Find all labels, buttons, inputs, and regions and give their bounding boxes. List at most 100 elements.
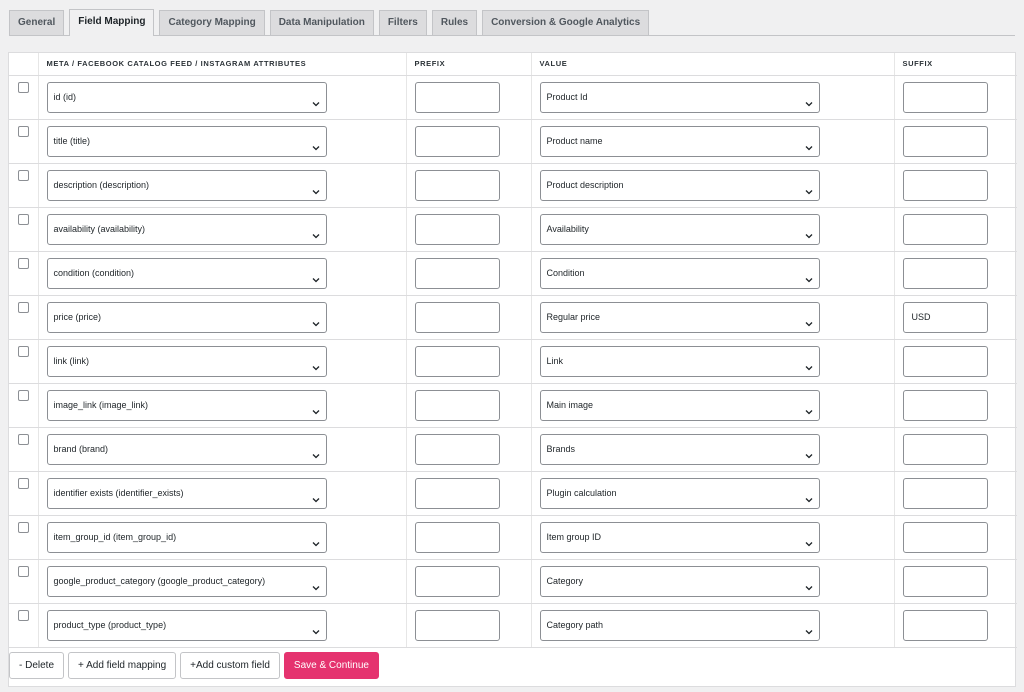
prefix-cell: [406, 295, 532, 340]
value-select[interactable]: Item group ID: [539, 521, 820, 553]
value-select[interactable]: Availability: [539, 213, 820, 245]
suffix-input[interactable]: [902, 477, 988, 509]
chevron-down-icon: [311, 312, 321, 326]
attribute-select[interactable]: google_product_category (google_product_…: [46, 565, 327, 597]
suffix-input[interactable]: USD: [902, 301, 988, 333]
value-select-value: Plugin calculation: [546, 487, 617, 498]
suffix-input[interactable]: [902, 81, 988, 113]
chevron-down-icon: [311, 136, 321, 150]
prefix-cell: [406, 427, 532, 472]
prefix-input[interactable]: [414, 565, 500, 597]
delete-button[interactable]: - Delete: [9, 652, 65, 679]
row-checkbox[interactable]: [17, 257, 29, 269]
tab-data-manipulation[interactable]: Data Manipulation: [269, 10, 374, 35]
row-checkbox[interactable]: [17, 521, 29, 533]
prefix-input[interactable]: [414, 257, 500, 289]
value-select[interactable]: Link: [539, 345, 820, 377]
row-checkbox[interactable]: [17, 609, 29, 621]
value-select[interactable]: Product Id: [539, 81, 820, 113]
suffix-input[interactable]: [902, 433, 988, 465]
prefix-cell: [406, 207, 532, 252]
value-select[interactable]: Plugin calculation: [539, 477, 820, 509]
attribute-cell: brand (brand): [38, 427, 407, 472]
prefix-input[interactable]: [414, 609, 500, 641]
attribute-select[interactable]: brand (brand): [46, 433, 327, 465]
chevron-down-icon: [804, 620, 814, 634]
prefix-cell: [406, 163, 532, 208]
attribute-select[interactable]: id (id): [46, 81, 327, 113]
attribute-select[interactable]: title (title): [46, 125, 327, 157]
row-checkbox[interactable]: [17, 169, 29, 181]
suffix-input[interactable]: [902, 565, 988, 597]
row-checkbox[interactable]: [17, 81, 29, 93]
suffix-input[interactable]: [902, 389, 988, 421]
chevron-down-icon: [804, 312, 814, 326]
value-select[interactable]: Brands: [539, 433, 820, 465]
row-checkbox[interactable]: [17, 433, 29, 445]
table-row: id (id) Product Id: [9, 75, 1017, 120]
suffix-input[interactable]: [902, 125, 988, 157]
suffix-input[interactable]: [902, 345, 988, 377]
row-checkbox[interactable]: [17, 345, 29, 357]
row-checkbox[interactable]: [17, 213, 29, 225]
tab-general[interactable]: General: [9, 10, 65, 35]
add-custom-field-button[interactable]: +Add custom field: [180, 652, 280, 679]
suffix-input[interactable]: [902, 213, 988, 245]
attribute-select[interactable]: item_group_id (item_group_id): [46, 521, 327, 553]
tab-filters[interactable]: Filters: [378, 10, 427, 35]
attribute-select[interactable]: description (description): [46, 169, 327, 201]
suffix-input[interactable]: [902, 257, 988, 289]
attribute-select[interactable]: image_link (image_link): [46, 389, 327, 421]
value-cell: Category: [531, 559, 895, 604]
value-select[interactable]: Condition: [539, 257, 820, 289]
suffix-input[interactable]: [902, 521, 988, 553]
prefix-input[interactable]: [414, 81, 500, 113]
attribute-select[interactable]: price (price): [46, 301, 327, 333]
value-select[interactable]: Product name: [539, 125, 820, 157]
prefix-input[interactable]: [414, 477, 500, 509]
prefix-input[interactable]: [414, 521, 500, 553]
suffix-cell: [894, 339, 1017, 384]
chevron-down-icon: [311, 532, 321, 546]
value-select[interactable]: Category path: [539, 609, 820, 641]
save-continue-button[interactable]: Save & Continue: [283, 652, 379, 679]
value-select[interactable]: Product description: [539, 169, 820, 201]
suffix-cell: [894, 427, 1017, 472]
attribute-select[interactable]: identifier exists (identifier_exists): [46, 477, 327, 509]
row-select-cell: [9, 559, 39, 604]
attribute-select[interactable]: availability (availability): [46, 213, 327, 245]
attribute-cell: identifier exists (identifier_exists): [38, 471, 407, 516]
value-select[interactable]: Regular price: [539, 301, 820, 333]
attribute-select[interactable]: product_type (product_type): [46, 609, 327, 641]
prefix-input[interactable]: [414, 125, 500, 157]
tab-conversion-google-analytics[interactable]: Conversion & Google Analytics: [482, 10, 650, 35]
prefix-input[interactable]: [414, 389, 500, 421]
attribute-select-value: google_product_category (google_product_…: [53, 575, 266, 586]
tab-rules[interactable]: Rules: [431, 10, 478, 35]
value-cell: Item group ID: [531, 515, 895, 560]
row-checkbox[interactable]: [17, 565, 29, 577]
tab-field-mapping[interactable]: Field Mapping: [69, 9, 155, 36]
suffix-input[interactable]: [902, 169, 988, 201]
table-row: availability (availability) Availability: [9, 207, 1017, 252]
row-checkbox[interactable]: [17, 477, 29, 489]
prefix-input[interactable]: [414, 169, 500, 201]
suffix-input[interactable]: [902, 609, 988, 641]
value-select[interactable]: Main image: [539, 389, 820, 421]
attribute-select[interactable]: condition (condition): [46, 257, 327, 289]
value-select[interactable]: Category: [539, 565, 820, 597]
attribute-select[interactable]: link (link): [46, 345, 327, 377]
value-select-value: Link: [546, 355, 564, 366]
add-field-mapping-button[interactable]: + Add field mapping: [68, 652, 177, 679]
prefix-input[interactable]: [414, 433, 500, 465]
chevron-down-icon: [311, 92, 321, 106]
row-checkbox[interactable]: [17, 301, 29, 313]
tab-category-mapping[interactable]: Category Mapping: [159, 10, 265, 35]
value-column-header: VALUE: [531, 53, 895, 76]
attribute-select-value: description (description): [53, 179, 150, 190]
row-checkbox[interactable]: [17, 389, 29, 401]
row-checkbox[interactable]: [17, 125, 29, 137]
prefix-input[interactable]: [414, 301, 500, 333]
prefix-input[interactable]: [414, 213, 500, 245]
prefix-input[interactable]: [414, 345, 500, 377]
